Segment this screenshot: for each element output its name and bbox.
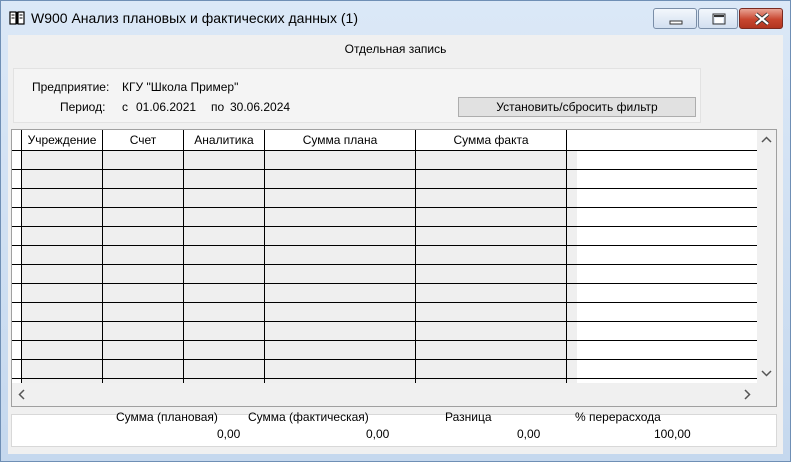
minimize-button[interactable] [653, 8, 697, 29]
horizontal-scrollbar[interactable] [12, 383, 757, 406]
set-reset-filter-button[interactable]: Установить/сбросить фильтр [458, 97, 696, 117]
scroll-left-icon[interactable] [18, 389, 25, 400]
org-value: КГУ "Школа Пример" [122, 80, 239, 94]
close-icon [754, 12, 770, 26]
window-title: W900 Анализ плановых и фактических данны… [31, 10, 358, 26]
period-label: Период: [60, 100, 106, 114]
difference-value: 0,00 [517, 427, 541, 441]
data-grid[interactable]: Учреждение Счет Аналитика Сумма плана Су… [11, 129, 777, 407]
column-header-analytics[interactable]: Аналитика [184, 130, 264, 150]
org-label: Предприятие: [32, 80, 110, 94]
period-from-prefix: с [122, 100, 128, 114]
client-area: Отдельная запись Предприятие: КГУ "Школа… [8, 35, 783, 454]
column-header-plan-sum[interactable]: Сумма плана [265, 130, 415, 150]
book-icon [9, 11, 25, 25]
grid-body [22, 151, 577, 383]
overrun-percent-value: 100,00 [654, 427, 691, 441]
column-header-institution[interactable]: Учреждение [22, 130, 102, 150]
totals-panel: Сумма (плановая) 0,00 Сумма (фактическая… [11, 410, 777, 447]
scrollbar-corner [757, 383, 776, 406]
overrun-percent-label: % перерасхода [575, 410, 661, 424]
plan-total-label: Сумма (плановая) [116, 410, 218, 424]
period-to-prefix: по [211, 100, 225, 114]
scroll-right-icon[interactable] [744, 389, 751, 400]
scroll-down-icon[interactable] [761, 370, 772, 377]
period-from-date: 01.06.2021 [136, 100, 197, 114]
fact-total-value: 0,00 [366, 427, 390, 441]
record-mode-caption: Отдельная запись [344, 42, 447, 56]
scroll-up-icon[interactable] [761, 136, 772, 143]
app-window: W900 Анализ плановых и фактических данны… [0, 0, 791, 462]
maximize-icon [712, 13, 726, 25]
maximize-button[interactable] [698, 8, 738, 29]
title-bar[interactable]: W900 Анализ плановых и фактических данны… [1, 1, 790, 35]
filter-panel: Предприятие: КГУ "Школа Пример" Период: … [13, 68, 701, 123]
vertical-scrollbar[interactable] [757, 130, 776, 383]
column-header-account[interactable]: Счет [103, 130, 183, 150]
column-header-fact-sum[interactable]: Сумма факта [416, 130, 566, 150]
difference-label: Разница [445, 410, 492, 424]
minimize-icon [669, 20, 683, 25]
period-to-date: 30.06.2024 [230, 100, 291, 114]
close-button[interactable] [739, 8, 783, 29]
plan-total-value: 0,00 [217, 427, 241, 441]
fact-total-label: Сумма (фактическая) [248, 410, 369, 424]
